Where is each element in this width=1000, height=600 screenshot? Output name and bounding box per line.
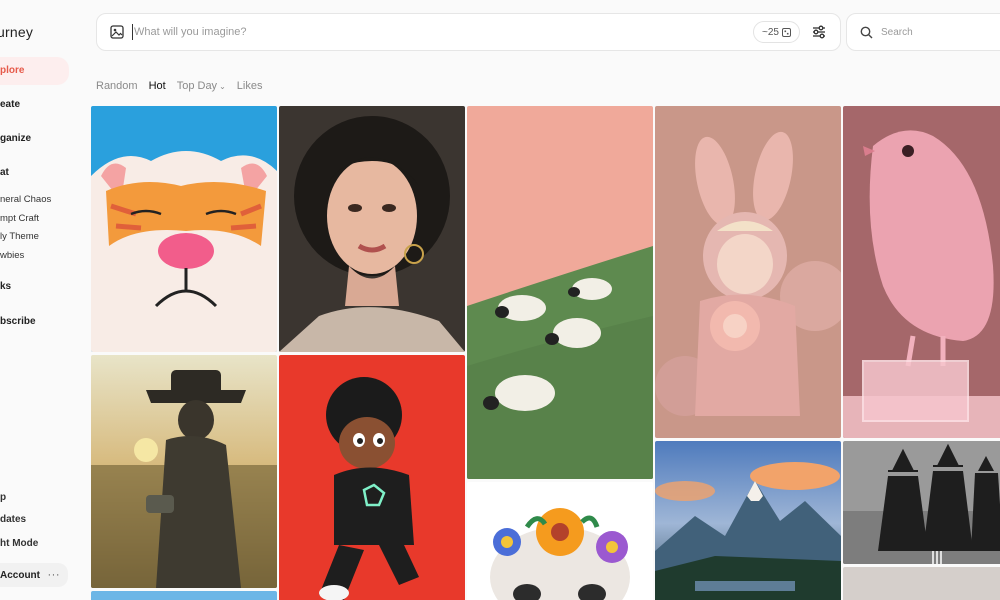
sliders-icon[interactable] — [810, 23, 828, 41]
credit-count: ~25 — [762, 26, 779, 38]
nav-help[interactable]: p — [0, 492, 6, 503]
search-input[interactable]: Search — [846, 13, 1000, 51]
channel-daily-theme[interactable]: ly Theme — [0, 231, 39, 242]
account-button[interactable]: Account ··· — [0, 563, 68, 587]
gallery-image-portrait[interactable] — [279, 106, 465, 352]
gallery-image-witches[interactable] — [843, 441, 1000, 564]
tab-likes[interactable]: Likes — [237, 80, 263, 92]
nav-chat[interactable]: at — [0, 167, 9, 178]
feed-tabs: Random Hot Top Day ⌄ Likes — [96, 80, 262, 92]
channel-general-chaos[interactable]: neral Chaos — [0, 194, 51, 205]
chevron-down-icon: ⌄ — [219, 82, 226, 91]
gallery-image-hat-figure[interactable] — [91, 355, 277, 588]
search-icon — [860, 26, 873, 39]
nav-subscribe[interactable]: bscribe — [0, 316, 36, 327]
more-options-icon[interactable]: ··· — [48, 569, 61, 581]
nav-tasks[interactable]: ks — [0, 281, 11, 292]
channel-newbies[interactable]: wbies — [0, 250, 24, 261]
nav-updates[interactable]: dates — [0, 514, 26, 525]
nav-create-label: eate — [0, 99, 21, 110]
gallery-image-glass-bird[interactable] — [843, 106, 1000, 438]
prompt-bar[interactable]: What will you imagine? ~25 — [96, 13, 841, 51]
gallery-image-partial[interactable] — [91, 591, 277, 600]
tab-random[interactable]: Random — [96, 80, 138, 92]
channel-prompt-craft[interactable]: mpt Craft — [0, 213, 39, 224]
search-placeholder: Search — [881, 26, 913, 38]
nav-explore[interactable]: plore — [0, 57, 69, 85]
gallery-image-tiger[interactable] — [91, 106, 277, 352]
gallery-image-partial-2[interactable] — [843, 567, 1000, 600]
tab-top-day[interactable]: Top Day ⌄ — [177, 80, 226, 92]
account-label: Account — [0, 569, 40, 581]
gallery-image-mountains[interactable] — [655, 441, 841, 600]
nav-light-mode[interactable]: ht Mode — [0, 538, 38, 549]
gallery-image-sheep[interactable] — [467, 106, 653, 479]
gallery-image-bunny-child[interactable] — [655, 106, 841, 438]
tab-top-day-label: Top Day — [176, 80, 218, 92]
brand-logo-text[interactable]: urney — [0, 24, 33, 40]
nav-organize[interactable]: ganize — [0, 133, 31, 144]
gallery-image-animated-boy[interactable] — [279, 355, 465, 600]
nav-chat-label: at — [0, 167, 9, 178]
image-gallery — [91, 106, 1000, 600]
text-caret — [132, 24, 133, 40]
gallery-image-sugar-skull[interactable] — [467, 482, 653, 600]
tab-hot[interactable]: Hot — [149, 80, 166, 92]
image-icon[interactable] — [110, 25, 124, 39]
prompt-input[interactable]: What will you imagine? — [134, 26, 753, 38]
nav-explore-label: plore — [0, 65, 25, 76]
nav-create[interactable]: eate — [0, 99, 20, 110]
nav-organize-label: ganize — [0, 133, 32, 144]
credit-counter[interactable]: ~25 — [753, 21, 800, 43]
grid-icon — [782, 27, 791, 37]
sidebar: urney plore eate ganize at neral Chaos m… — [0, 0, 84, 600]
